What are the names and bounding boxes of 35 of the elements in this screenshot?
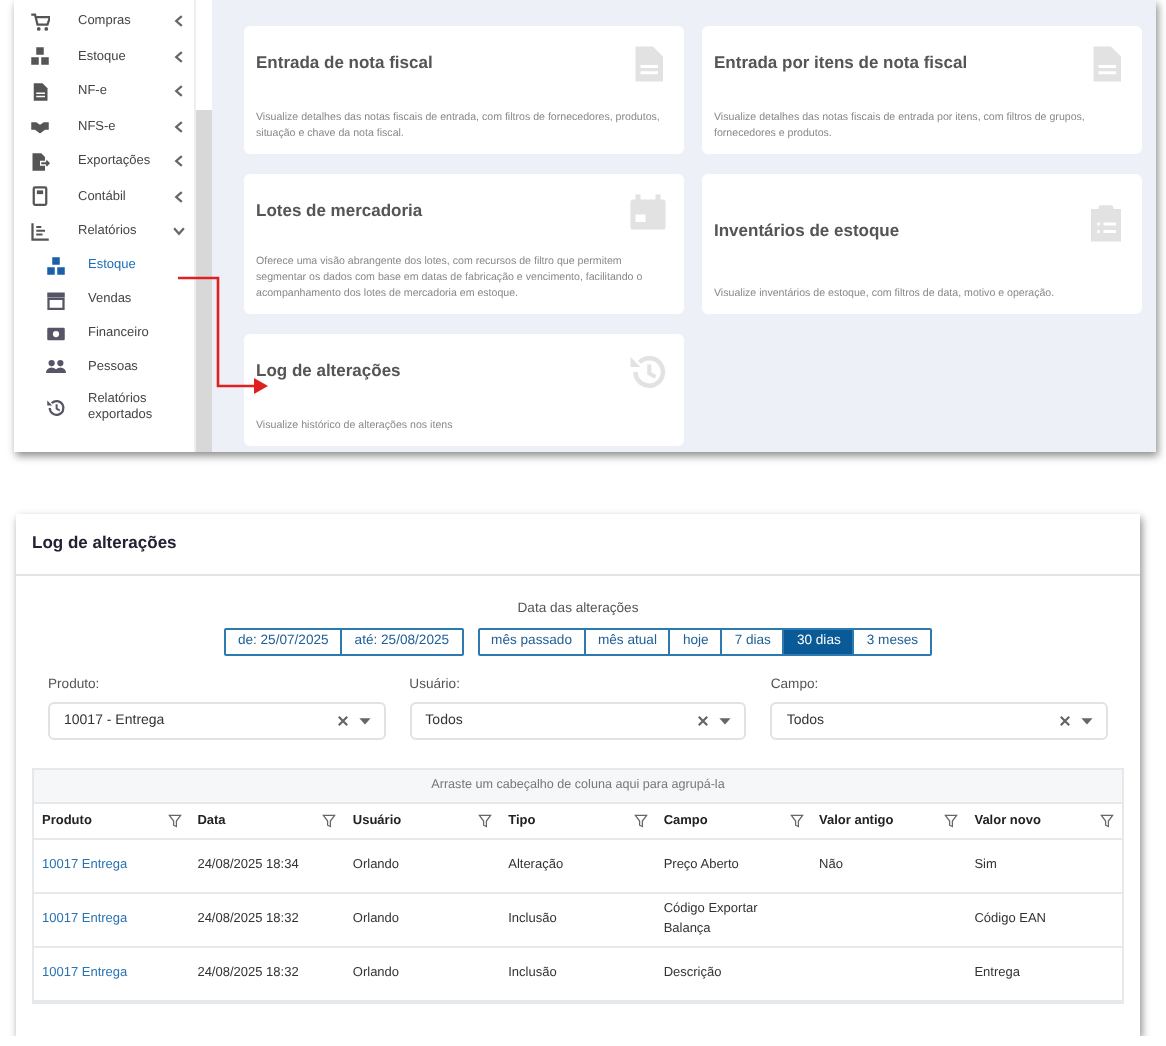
cart-icon [30,11,50,32]
filter-icon [944,814,959,828]
card-title: Entrada por itens de nota fiscal [714,52,968,72]
caret-icon [718,714,733,728]
calculator-icon [30,186,50,207]
history-icon [46,397,66,417]
filter-icon [478,814,493,828]
caret-icon [357,714,372,728]
filter-icon [322,814,337,828]
store-icon [46,290,66,310]
history-icon [628,350,668,394]
export-icon [30,151,50,172]
filter-icon [1100,814,1114,828]
boxes-icon [30,46,50,67]
banknote-icon [46,324,66,344]
chart-icon [30,221,50,242]
filter-icon [633,814,648,828]
card-title: Log de alterações [256,360,401,380]
clipboard-icon [1086,202,1126,246]
clear-icon [335,714,350,728]
boxes-icon [46,256,66,276]
clear-icon [696,714,711,728]
document-icon [30,81,50,102]
card-title: Entrada de nota fiscal [256,52,433,72]
card-title: Inventários de estoque [714,219,900,239]
clear-icon [1058,714,1073,728]
card-title: Lotes de mercadoria [256,200,423,220]
scrollbar[interactable] [194,0,212,452]
panel-title: Log de alterações [16,514,1140,576]
calendar-icon [628,190,668,234]
people-icon [46,358,66,378]
caret-icon [1080,714,1095,728]
filter-icon [167,814,182,828]
filter-icon [789,814,804,828]
report-card[interactable] [244,174,684,314]
